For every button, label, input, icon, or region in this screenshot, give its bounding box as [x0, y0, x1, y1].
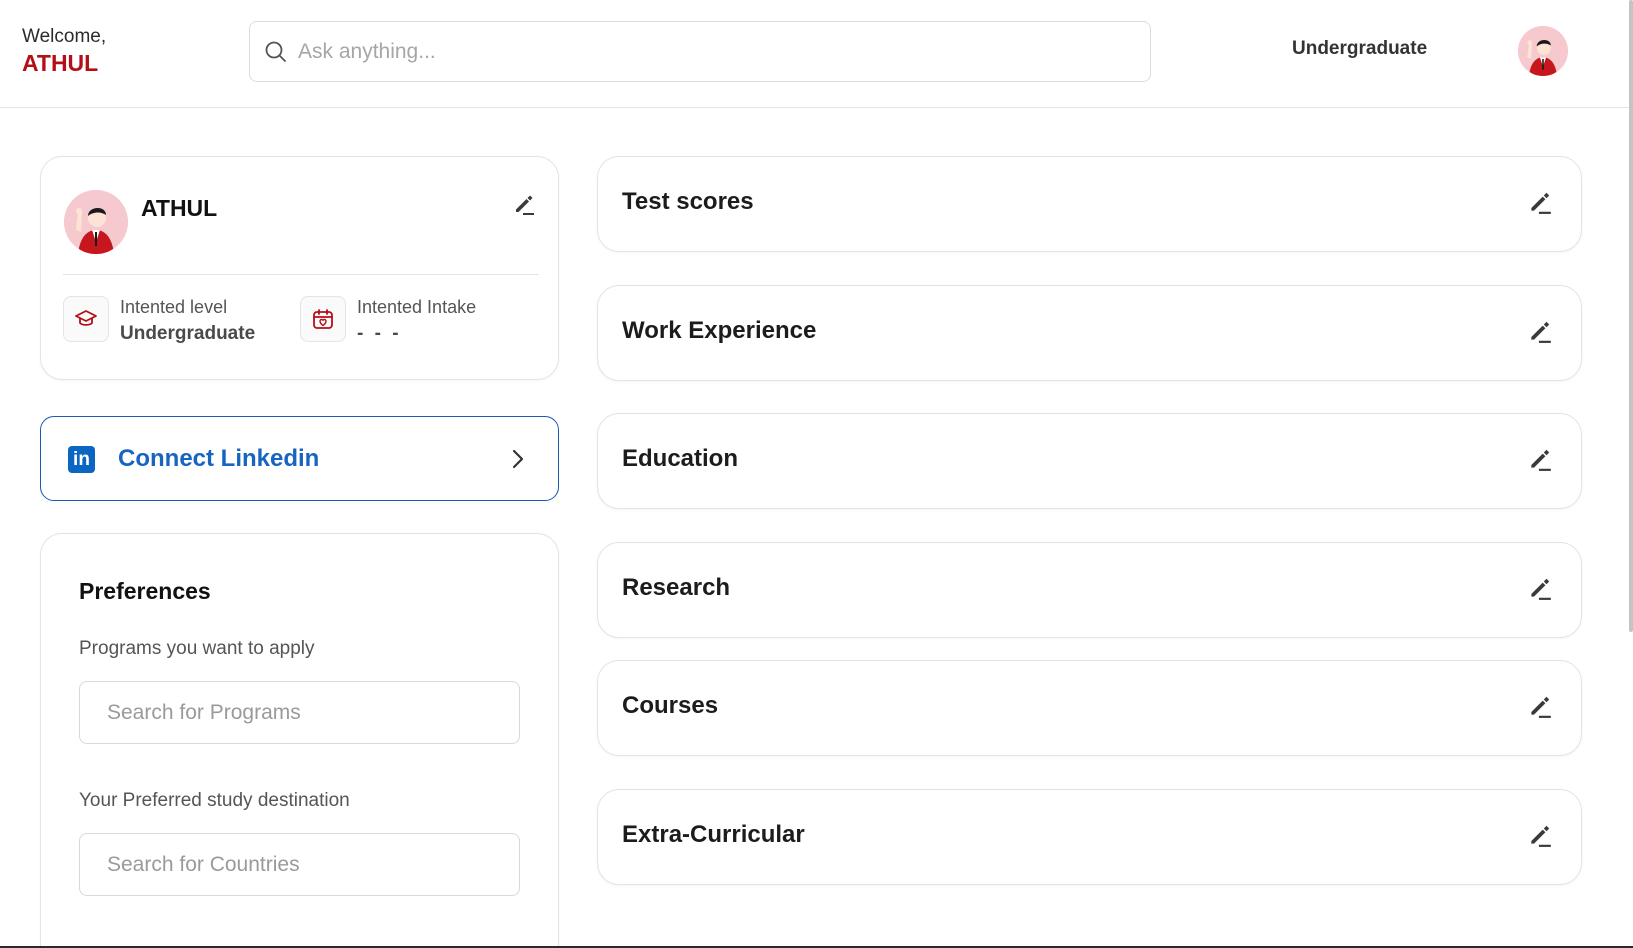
section-title: Work Experience: [622, 317, 817, 344]
pencil-icon: [1531, 192, 1551, 214]
connect-linkedin-button[interactable]: in Connect Linkedin: [40, 416, 559, 501]
graduation-cap-icon: [75, 310, 97, 326]
section-title: Education: [622, 445, 739, 472]
edit-courses-button[interactable]: [1526, 692, 1554, 720]
edit-research-button[interactable]: [1526, 574, 1554, 602]
section-title: Extra-Curricular: [622, 821, 805, 848]
section-card-work-experience[interactable]: Work Experience: [597, 285, 1582, 381]
intended-intake-label: Intented Intake: [357, 297, 477, 317]
header-avatar[interactable]: [1518, 26, 1568, 76]
destination-question: Your Preferred study destination: [79, 790, 350, 811]
search-input[interactable]: [298, 39, 1118, 64]
edit-test-scores-button[interactable]: [1526, 188, 1554, 216]
avatar-illustration: [1518, 26, 1568, 76]
countries-search-input[interactable]: [79, 833, 520, 896]
intended-level-label: Intented level: [120, 297, 228, 317]
edit-profile-button[interactable]: [510, 190, 538, 218]
pencil-icon: [1531, 321, 1551, 343]
pencil-icon: [516, 195, 534, 215]
intended-level-icon-box: [63, 296, 109, 342]
page-scrollbar[interactable]: [1629, 0, 1633, 632]
section-title: Research: [622, 574, 731, 601]
welcome-user-name: ATHUL: [22, 50, 99, 76]
linkedin-icon: in: [68, 446, 95, 473]
profile-avatar: [64, 190, 128, 254]
top-header: Welcome, ATHUL Undergraduate: [0, 0, 1633, 108]
section-title: Test scores: [622, 188, 754, 215]
preferences-card: Preferences Programs you want to apply Y…: [40, 533, 559, 948]
section-card-research[interactable]: Research: [597, 542, 1582, 638]
pencil-icon: [1531, 696, 1551, 718]
pencil-icon: [1531, 825, 1551, 847]
welcome-label: Welcome,: [22, 26, 107, 47]
pencil-icon: [1531, 578, 1551, 600]
programs-question: Programs you want to apply: [79, 638, 315, 659]
section-card-extra-curricular[interactable]: Extra-Curricular: [597, 789, 1582, 885]
intended-intake-icon-box: [300, 296, 346, 342]
section-card-courses[interactable]: Courses: [597, 660, 1582, 756]
header-level-label: Undergraduate: [1292, 38, 1428, 59]
edit-education-button[interactable]: [1526, 445, 1554, 473]
profile-name: ATHUL: [141, 195, 218, 221]
avatar-illustration: [64, 190, 128, 254]
programs-search-input[interactable]: [79, 681, 520, 744]
search-bar[interactable]: [249, 21, 1151, 82]
profile-page: Welcome, ATHUL Undergraduate: [0, 0, 1633, 948]
welcome-block: Welcome, ATHUL: [22, 26, 106, 78]
chevron-right-icon: [512, 449, 524, 469]
section-card-test-scores[interactable]: Test scores: [597, 156, 1582, 252]
edit-work-experience-button[interactable]: [1526, 317, 1554, 345]
preferences-title: Preferences: [79, 578, 211, 604]
pencil-icon: [1531, 449, 1551, 471]
search-icon: [265, 41, 286, 62]
section-title: Courses: [622, 692, 719, 719]
calendar-heart-icon: [313, 309, 333, 329]
profile-card: ATHUL Intented level Undergraduate Inten…: [40, 156, 559, 380]
intended-intake-value: - - -: [357, 323, 402, 344]
intended-level-value: Undergraduate: [120, 323, 256, 344]
section-card-education[interactable]: Education: [597, 413, 1582, 509]
connect-linkedin-label: Connect Linkedin: [118, 445, 320, 472]
profile-divider: [63, 274, 539, 275]
edit-extra-curricular-button[interactable]: [1526, 821, 1554, 849]
